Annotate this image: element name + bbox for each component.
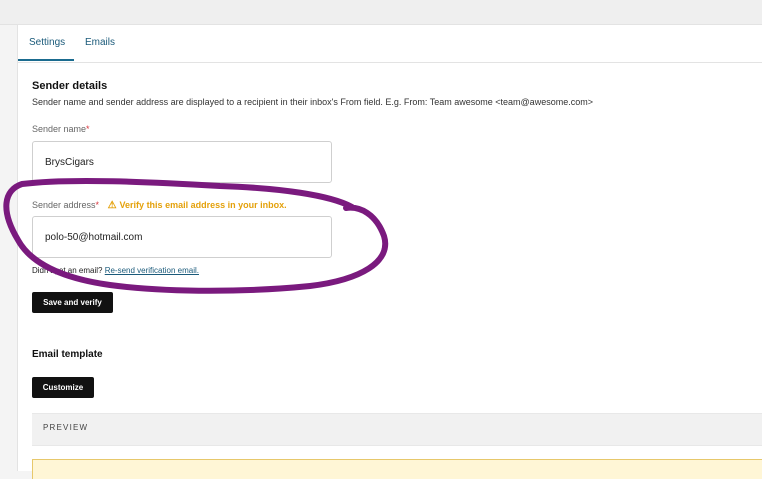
email-template-title: Email template bbox=[32, 349, 103, 360]
sender-address-label-text: Sender address bbox=[32, 200, 96, 210]
required-mark: * bbox=[95, 200, 100, 210]
preview-bar: PREVIEW bbox=[32, 413, 762, 446]
resend-verification-link[interactable]: Re-send verification email. bbox=[105, 266, 199, 275]
tab-settings[interactable]: Settings bbox=[29, 37, 65, 48]
active-tab-indicator bbox=[18, 59, 74, 61]
sender-address-label: Sender address* ⚠ Verify this email addre… bbox=[32, 200, 287, 211]
sender-name-value: BrysCigars bbox=[45, 157, 94, 168]
sender-name-input[interactable]: BrysCigars bbox=[32, 141, 332, 183]
sender-details-description: Sender name and sender address are displ… bbox=[32, 97, 593, 107]
resend-prompt: Didn't get an email? bbox=[32, 266, 103, 275]
sender-address-value: polo-50@hotmail.com bbox=[45, 232, 143, 243]
sender-details-title: Sender details bbox=[32, 80, 108, 92]
settings-panel: Settings Emails Sender details Sender na… bbox=[17, 24, 762, 479]
customize-button[interactable]: Customize bbox=[32, 377, 94, 398]
sender-name-label-text: Sender name bbox=[32, 124, 87, 134]
sender-name-label: Sender name* bbox=[32, 124, 90, 134]
preview-label: PREVIEW bbox=[43, 423, 89, 432]
tab-bar: Settings Emails bbox=[18, 25, 762, 63]
tab-emails[interactable]: Emails bbox=[85, 37, 115, 48]
notice-banner bbox=[32, 459, 762, 479]
resend-line: Didn't get an email? Re-send verificatio… bbox=[32, 266, 199, 275]
verify-warning-text: Verify this email address in your inbox. bbox=[119, 200, 287, 210]
warning-triangle-icon: ⚠ bbox=[107, 200, 117, 211]
top-bar bbox=[0, 0, 762, 25]
required-mark: * bbox=[86, 124, 90, 134]
sender-address-input[interactable]: polo-50@hotmail.com bbox=[32, 216, 332, 258]
save-and-verify-button[interactable]: Save and verify bbox=[32, 292, 113, 313]
